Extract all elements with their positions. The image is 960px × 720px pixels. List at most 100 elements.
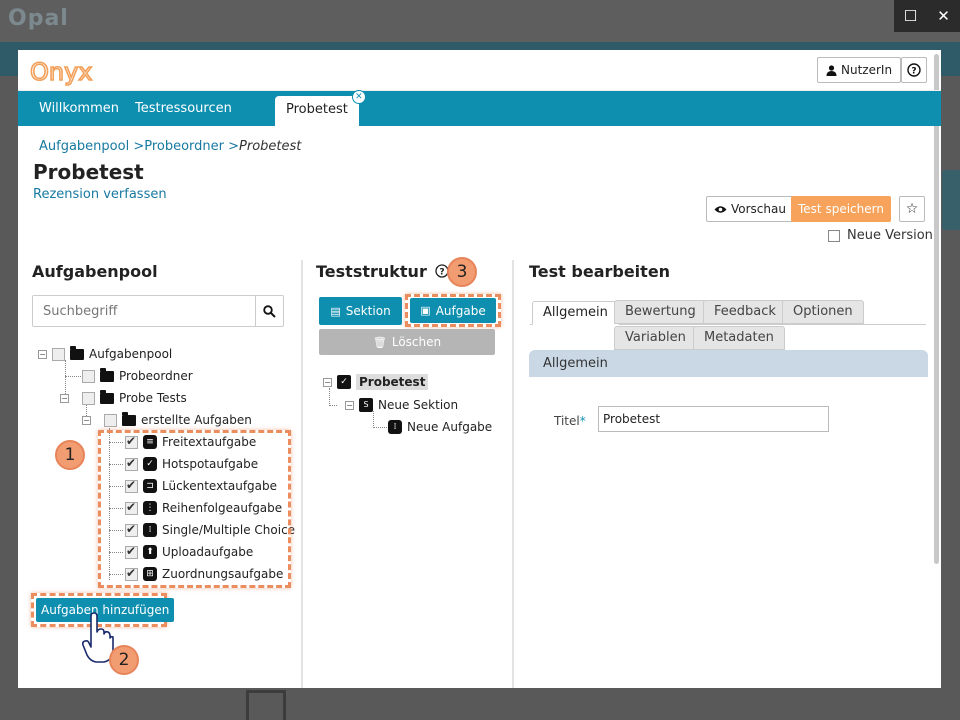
eye-icon [714,205,727,213]
breadcrumb: Aufgabenpool >Probeordner >Probetest [39,139,302,154]
tree-checkbox[interactable] [52,347,65,361]
user-icon [826,64,837,76]
tree-label: Probeordner [119,369,193,383]
column-divider-left [301,260,303,688]
editor-dialog: Onyx NutzerIn ? Willkommen Testressource… [18,50,941,688]
tab-probetest-label: Probetest [286,102,348,117]
trash-icon: 🗑 [372,335,387,349]
nav-item-testressourcen[interactable]: Testressourcen [135,91,232,126]
search-icon [263,304,276,318]
collapse-icon[interactable]: − [38,349,47,359]
delete-button[interactable]: 🗑 Löschen [319,329,495,355]
title-input[interactable] [598,406,829,432]
tree-line [329,405,337,406]
close-tab-icon[interactable]: ✕ [351,90,366,104]
dialog-header: Onyx NutzerIn ? [18,50,941,91]
new-version-label: Neue Version [847,228,933,243]
structure-node-task[interactable]: ⁞ Neue Aufgabe [388,417,492,437]
new-version-checkbox[interactable] [828,229,840,242]
onyx-logo: Onyx [29,57,93,86]
tab-variablen[interactable]: Variablen [614,326,697,350]
folder-icon [100,367,114,382]
tab-feedback[interactable]: Feedback [703,300,787,324]
structure-node-root[interactable]: − ✓ Probetest [323,372,429,392]
star-button[interactable]: ☆ [899,196,925,222]
tab-metadaten[interactable]: Metadaten [693,326,785,350]
maximize-icon[interactable]: ☐ [894,0,927,32]
structure-section-label: Neue Sektion [378,398,459,412]
structure-title-label: Teststruktur [316,262,427,281]
search-button[interactable] [255,296,283,326]
callout-badge-2: 2 [109,645,139,675]
help-button[interactable]: ? [901,57,927,83]
add-task-label: Aufgabe [435,303,486,318]
add-section-label: Sektion [345,304,391,318]
selection-highlight [98,430,291,588]
collapse-icon[interactable]: − [323,377,332,387]
tree-node-root[interactable]: − Aufgabenpool [38,344,172,364]
user-button-label: NutzerIn [841,63,893,77]
folder-open-icon [100,389,114,404]
tree-label: Aufgabenpool [89,347,173,361]
background-header: Opal [0,0,960,42]
search-input[interactable] [33,296,255,326]
tab-optionen[interactable]: Optionen [782,300,864,324]
structure-title: Teststruktur ? [316,262,450,281]
tree-checkbox[interactable] [104,413,117,427]
breadcrumb-aufgabenpool[interactable]: Aufgabenpool [39,139,129,154]
tree-checkbox[interactable] [82,369,95,383]
title-field-label: Titel* [554,414,586,428]
callout-badge-3: 3 [447,257,477,287]
review-link[interactable]: Rezension verfassen [33,187,167,202]
callout-badge-1: 1 [55,440,85,470]
tree-line [65,376,81,377]
background-side-tab [942,170,960,230]
logo-text: Onyx [30,58,93,86]
background-logo: Opal [8,6,69,31]
folder-open-icon [122,411,136,426]
user-button[interactable]: NutzerIn [817,57,902,83]
pool-search [32,295,284,327]
close-icon[interactable]: ✕ [927,0,960,32]
tree-label: erstellte Aufgaben [141,413,252,427]
new-version-option[interactable]: Neue Version [828,228,933,243]
svg-text:?: ? [440,268,445,278]
page-title: Probetest [33,160,144,184]
svg-text:?: ? [911,67,916,77]
structure-node-section[interactable]: − S Neue Sektion [345,395,458,415]
tab-bewertung[interactable]: Bewertung [614,300,707,324]
question-icon: ? [907,63,921,77]
collapse-icon[interactable]: − [60,393,69,403]
section-node-icon: S [359,398,373,412]
add-section-button[interactable]: ▤ Sektion [319,297,402,325]
structure-task-label: Neue Aufgabe [407,420,493,434]
task-node-icon: ⁞ [388,420,402,434]
task-icon: ▣ [420,304,431,317]
edit-title: Test bearbeiten [529,262,671,281]
tab-probetest[interactable]: Probetest ✕ [275,90,366,126]
collapse-icon[interactable]: − [345,400,354,410]
breadcrumb-probeordner[interactable]: Probeordner [144,139,224,154]
window-controls: ☐ ✕ [894,0,960,32]
tree-node-probe-tests[interactable]: − Probe Tests [60,388,187,408]
folder-open-icon [70,345,84,360]
tree-label: Probe Tests [119,391,187,405]
save-test-button[interactable]: Test speichern [791,196,891,222]
pool-title: Aufgabenpool [32,262,158,281]
tab-allgemein[interactable]: Allgemein [532,301,619,325]
nav-item-willkommen[interactable]: Willkommen [39,91,119,126]
section-icon: ▤ [330,304,341,318]
collapse-icon[interactable]: − [82,415,91,425]
tree-node-erstellte-aufgaben[interactable]: − erstellte Aufgaben [82,410,252,430]
delete-label: Löschen [391,335,442,349]
dialog-scrollbar[interactable] [934,54,939,564]
required-marker: * [579,414,586,428]
tree-line [373,427,387,428]
add-task-button[interactable]: ▣ Aufgabe [410,298,496,323]
background-checkbox [246,690,286,720]
tree-node-probeordner[interactable]: Probeordner [82,366,193,386]
column-divider-right [512,260,514,688]
tree-checkbox[interactable] [82,391,95,405]
preview-button-label: Vorschau [731,202,786,216]
preview-button[interactable]: Vorschau [706,196,794,222]
